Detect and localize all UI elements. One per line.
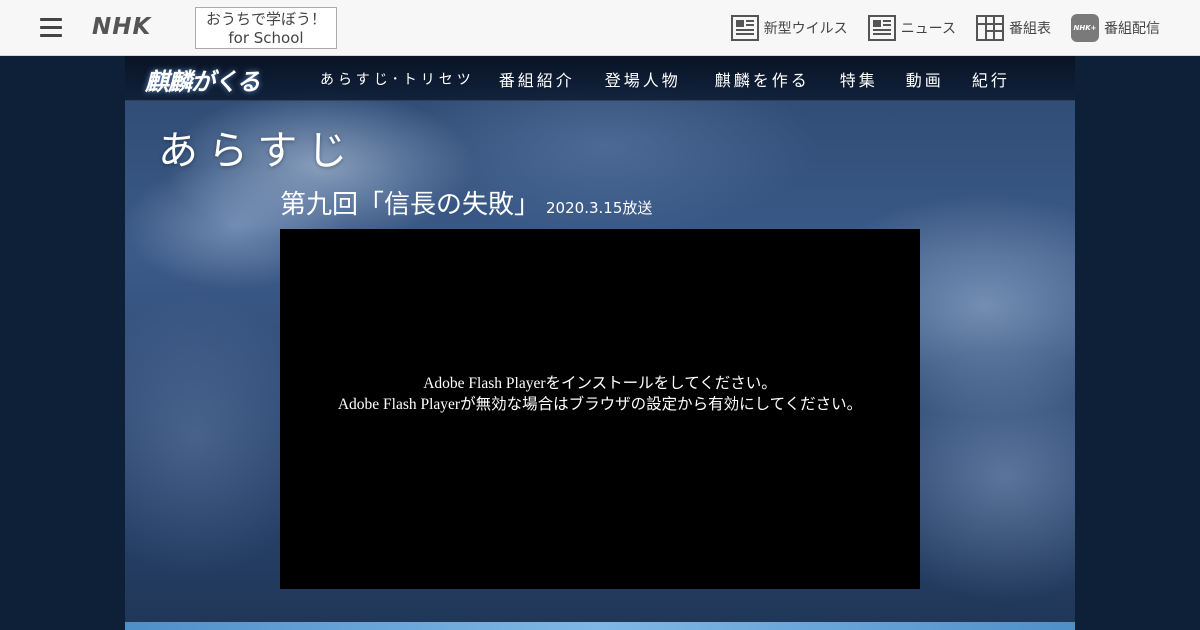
episode-heading: 第九回「信長の失敗」 2020.3.15放送 (280, 184, 652, 221)
nav-news-label: ニュース (900, 21, 956, 37)
for-school-button[interactable]: おうちで学ぼう！ for School (195, 7, 337, 49)
episode-title: 第九回「信長の失敗」 (280, 190, 541, 220)
hamburger-menu-icon[interactable] (40, 18, 62, 38)
program-logo[interactable]: 麒麟がくる (145, 62, 261, 97)
nav-coronavirus-label: 新型ウイルス (763, 21, 848, 37)
flash-notice-line1: Adobe Flash Playerをインストールをしてください。 (423, 375, 777, 392)
program-nav: 麒麟がくる あらすじ･トリセツ 番組紹介 登場人物 麒麟を作る 特集 動画 紀行 (125, 56, 1075, 101)
tab-making[interactable]: 麒麟を作る (715, 67, 810, 91)
flash-notice: Adobe Flash Playerをインストールをしてください。 Adobe … (280, 373, 920, 415)
bottom-accent-band (125, 622, 1075, 630)
news-article-icon (730, 15, 759, 41)
nav-news[interactable]: ニュース (867, 15, 956, 41)
page-title: あらすじ (158, 128, 358, 174)
episode-air-date: 2020.3.15放送 (546, 199, 653, 217)
global-right-nav: 新型ウイルス ニュース 番組表 NHK+ 番組配信 (730, 14, 1160, 42)
news-article-icon (867, 15, 896, 41)
nav-coronavirus[interactable]: 新型ウイルス (730, 15, 848, 41)
nav-streaming-label: 番組配信 (1104, 21, 1160, 37)
for-school-label-line1: おうちで学ぼう！ (205, 10, 326, 28)
video-player[interactable]: Adobe Flash Playerをインストールをしてください。 Adobe … (280, 229, 920, 589)
for-school-label-line2: for School (228, 29, 304, 47)
tab-videos[interactable]: 動画 (906, 67, 944, 91)
program-nav-list: あらすじ･トリセツ 番組紹介 登場人物 麒麟を作る 特集 動画 紀行 (320, 56, 1010, 101)
tab-program-intro[interactable]: 番組紹介 (499, 67, 575, 91)
nav-tv-schedule[interactable]: 番組表 (976, 15, 1051, 41)
program-main: 麒麟がくる あらすじ･トリセツ 番組紹介 登場人物 麒麟を作る 特集 動画 紀行… (125, 56, 1075, 630)
nhk-plus-icon: NHK+ (1071, 14, 1099, 42)
nhk-logo[interactable]: NHK (92, 14, 151, 40)
nav-streaming[interactable]: NHK+ 番組配信 (1071, 14, 1160, 42)
program-grid-icon (976, 15, 1004, 41)
tab-travelogue[interactable]: 紀行 (972, 67, 1010, 91)
flash-notice-line2: Adobe Flash Playerが無効な場合はブラウザの設定から有効にしてく… (337, 396, 863, 413)
tab-features[interactable]: 特集 (840, 67, 878, 91)
global-header: NHK おうちで学ぼう！ for School 新型ウイルス ニュース 番組表 … (0, 0, 1200, 56)
nav-tv-schedule-label: 番組表 (1009, 21, 1051, 37)
tab-characters[interactable]: 登場人物 (605, 67, 681, 91)
tab-synopsis[interactable]: あらすじ･トリセツ (320, 69, 475, 89)
